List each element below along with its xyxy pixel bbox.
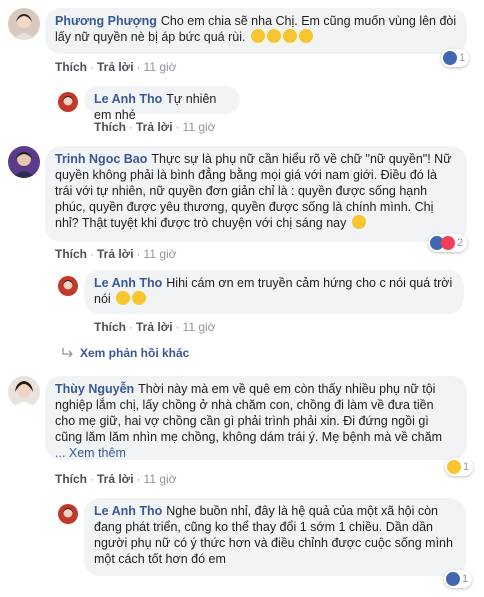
timestamp[interactable]: 11 giờ bbox=[144, 472, 177, 486]
reaction-summary[interactable]: 1 bbox=[445, 458, 474, 476]
comment-bubble: Thùy Nguyễn Thời này mà em về quê em còn … bbox=[45, 376, 467, 460]
comment-actions: Thích · Trả lời · 11 giờ bbox=[94, 320, 216, 334]
separator: · bbox=[136, 472, 141, 486]
timestamp[interactable]: 11 giờ bbox=[183, 320, 216, 334]
reaction-count: 1 bbox=[459, 52, 466, 64]
comment-actions: Thích · Trả lời · 11 giờ bbox=[55, 60, 177, 74]
comment-actions: Thích · Trả lời · 11 giờ bbox=[55, 247, 177, 261]
commenter-name[interactable]: Le Anh Tho bbox=[94, 92, 162, 106]
separator: · bbox=[175, 320, 180, 334]
avatar[interactable] bbox=[8, 8, 40, 40]
commenter-name[interactable]: Le Anh Tho bbox=[94, 276, 162, 290]
separator: · bbox=[136, 60, 141, 74]
view-more-replies-label[interactable]: Xem phản hồi khác bbox=[80, 346, 189, 360]
separator: · bbox=[129, 120, 133, 134]
reaction-summary[interactable]: 1 bbox=[444, 570, 473, 588]
like-button[interactable]: Thích bbox=[94, 320, 126, 334]
reply-button[interactable]: Trả lời bbox=[97, 247, 134, 261]
comment-bubble: Phương Phượng Cho em chia sẽ nha Chị. Em … bbox=[45, 8, 467, 54]
reply-arrow-icon bbox=[62, 348, 73, 358]
heart-eyes-emoji-icon bbox=[114, 291, 147, 306]
commenter-name[interactable]: Thùy Nguyễn bbox=[55, 382, 134, 396]
commenter-name[interactable]: Phương Phượng bbox=[55, 14, 157, 28]
avatar[interactable] bbox=[58, 504, 78, 524]
like-icon bbox=[443, 51, 457, 65]
separator: · bbox=[90, 247, 94, 261]
reaction-summary[interactable]: 2 bbox=[428, 234, 468, 252]
timestamp[interactable]: 11 giờ bbox=[183, 120, 216, 134]
separator: · bbox=[129, 320, 133, 334]
reply-bubble: Le Anh Tho Hihi cám ơn em truyền cảm hứng… bbox=[84, 270, 464, 314]
reaction-summary[interactable]: 1 bbox=[441, 49, 470, 67]
smile-emoji-icon bbox=[351, 215, 366, 229]
reaction-count: 1 bbox=[462, 573, 469, 585]
comment-actions: Thích · Trả lời · 11 giờ bbox=[94, 120, 216, 134]
comment-bubble: Trinh Ngoc Bao Thực sự là phụ nữ cần hiểu… bbox=[45, 146, 467, 242]
love-icon bbox=[441, 236, 455, 250]
reply-button[interactable]: Trả lời bbox=[97, 472, 134, 486]
avatar[interactable] bbox=[8, 146, 40, 178]
reply-button[interactable]: Trả lời bbox=[97, 60, 134, 74]
like-button[interactable]: Thích bbox=[55, 247, 87, 261]
avatar[interactable] bbox=[58, 276, 78, 296]
commenter-name[interactable]: Trinh Ngoc Bao bbox=[55, 152, 147, 166]
reply-bubble: Le Anh Tho Nghe buồn nhỉ, đây là hệ quả c… bbox=[84, 498, 466, 576]
view-more-replies-link[interactable]: Xem phản hồi khác bbox=[62, 346, 189, 360]
avatar[interactable] bbox=[8, 376, 40, 408]
reply-bubble: Le Anh Tho Tự nhiên em nhé bbox=[84, 86, 240, 122]
reaction-count: 1 bbox=[463, 461, 470, 473]
separator: · bbox=[90, 60, 94, 74]
reply-button[interactable]: Trả lời bbox=[136, 120, 173, 134]
like-icon bbox=[446, 572, 460, 586]
separator: · bbox=[136, 247, 141, 261]
reply-button[interactable]: Trả lời bbox=[136, 320, 173, 334]
see-more-link[interactable]: ... Xem thêm bbox=[55, 446, 126, 460]
timestamp[interactable]: 11 giờ bbox=[144, 247, 177, 261]
like-button[interactable]: Thích bbox=[55, 472, 87, 486]
like-button[interactable]: Thích bbox=[55, 60, 87, 74]
sad-face-icon bbox=[447, 460, 461, 474]
laughing-emoji-icon bbox=[249, 29, 313, 44]
avatar[interactable] bbox=[58, 92, 78, 112]
like-button[interactable]: Thích bbox=[94, 120, 126, 134]
comment-actions: Thích · Trả lời · 11 giờ bbox=[55, 472, 177, 486]
commenter-name[interactable]: Le Anh Tho bbox=[94, 504, 162, 518]
reaction-count: 2 bbox=[457, 237, 464, 249]
separator: · bbox=[175, 120, 180, 134]
timestamp[interactable]: 11 giờ bbox=[144, 60, 177, 74]
separator: · bbox=[90, 472, 94, 486]
